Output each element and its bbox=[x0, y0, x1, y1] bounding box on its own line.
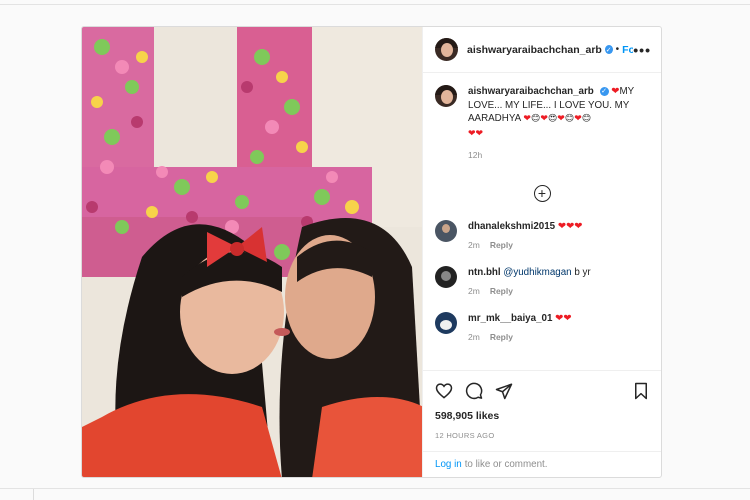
caption-avatar[interactable] bbox=[435, 85, 457, 107]
commenter-avatar[interactable] bbox=[435, 311, 457, 334]
comment-mention[interactable]: @yudhikmagan bbox=[503, 267, 571, 278]
add-circle-icon[interactable]: + bbox=[533, 184, 551, 202]
login-link[interactable]: Log in bbox=[435, 459, 462, 470]
heart-icon[interactable] bbox=[435, 382, 453, 399]
verified-icon: ✓ bbox=[599, 86, 609, 96]
action-bar bbox=[423, 370, 661, 410]
commenter-avatar[interactable] bbox=[435, 265, 457, 288]
comment-hearts: ❤❤ bbox=[555, 312, 572, 324]
comment-time: 2m bbox=[468, 331, 480, 342]
posted-time: 12 HOURS AGO bbox=[435, 431, 495, 440]
save-icon[interactable] bbox=[633, 382, 649, 400]
post-photo[interactable] bbox=[82, 27, 422, 477]
post-photo-image bbox=[82, 27, 422, 477]
comment-username[interactable]: ntn.bhl bbox=[468, 267, 501, 278]
comment-icon[interactable] bbox=[465, 382, 483, 400]
comment-item: ntn.bhl @yudhikmagan b yr 2m Reply bbox=[435, 265, 649, 296]
login-prompt: Log in to like or comment. bbox=[423, 451, 661, 477]
comment-time: 2m bbox=[468, 239, 480, 250]
comment-item: mr_mk__baiya_01 ❤❤ 2m Reply bbox=[435, 311, 649, 342]
share-icon[interactable] bbox=[495, 382, 513, 400]
likes-count[interactable]: 598,905 likes bbox=[423, 410, 661, 426]
post-side-panel: aishwaryaraibachchan_arb ✓ • Follow ••• … bbox=[422, 27, 661, 477]
author-avatar[interactable] bbox=[435, 38, 458, 61]
bottom-tick bbox=[33, 489, 34, 500]
reply-button[interactable]: Reply bbox=[490, 240, 513, 250]
caption: aishwaryaraibachchan_arb ✓ ❤MY LOVE... M… bbox=[435, 85, 649, 163]
post-header: aishwaryaraibachchan_arb ✓ • Follow ••• bbox=[423, 27, 661, 73]
more-icon[interactable]: ••• bbox=[633, 43, 651, 57]
separator-dot: • bbox=[615, 44, 620, 55]
comment-username[interactable]: dhanalekshmi2015 bbox=[468, 221, 555, 232]
author-username[interactable]: aishwaryaraibachchan_arb bbox=[467, 44, 602, 56]
bottom-divider bbox=[0, 488, 750, 489]
commenter-avatar[interactable] bbox=[435, 219, 457, 242]
comment-username[interactable]: mr_mk__baiya_01 bbox=[468, 313, 552, 324]
comment-item: dhanalekshmi2015 ❤❤❤ 2m Reply bbox=[435, 219, 649, 250]
post-card: aishwaryaraibachchan_arb ✓ • Follow ••• … bbox=[81, 26, 662, 478]
comment-time: 2m bbox=[468, 285, 480, 296]
load-more-comments[interactable]: + bbox=[435, 184, 649, 202]
reply-button[interactable]: Reply bbox=[490, 332, 513, 342]
login-prompt-text: to like or comment. bbox=[464, 459, 548, 470]
caption-username[interactable]: aishwaryaraibachchan_arb bbox=[468, 86, 594, 97]
comment-hearts: ❤❤❤ bbox=[557, 220, 583, 232]
reply-button[interactable]: Reply bbox=[490, 286, 513, 296]
caption-time: 12h bbox=[468, 150, 483, 160]
comments-list[interactable]: aishwaryaraibachchan_arb ✓ ❤MY LOVE... M… bbox=[423, 73, 661, 370]
comment-text: b yr bbox=[574, 266, 591, 278]
follow-button[interactable]: Follow bbox=[622, 44, 633, 56]
verified-icon: ✓ bbox=[604, 45, 613, 54]
top-divider bbox=[0, 4, 750, 5]
